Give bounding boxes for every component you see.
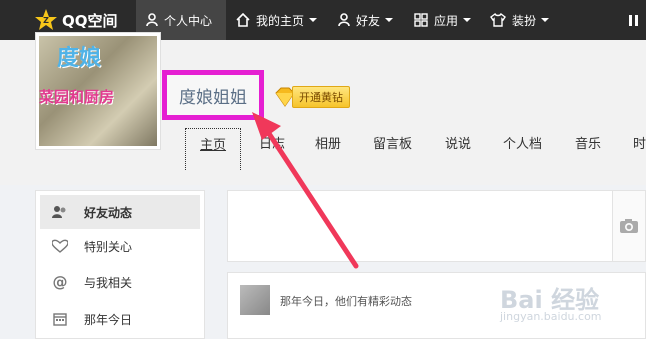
pause-icon-bar <box>634 14 638 26</box>
tab-message-board[interactable]: 留言板 <box>373 128 412 168</box>
left-nav-friend-feed[interactable]: 好友动态 <box>40 195 200 229</box>
on-this-day-text: 那年今日，他们有精彩动态 <box>280 295 412 308</box>
tab-label: 时 <box>633 137 646 152</box>
vip-label: 开通黄钻 <box>292 86 350 108</box>
tab-label: 说说 <box>445 137 472 152</box>
left-nav-label: 那年今日 <box>84 312 133 327</box>
nav-label: 个人中心 <box>164 13 213 28</box>
left-nav-panel: 好友动态 特别关心 @ 与我相关 那年今日 <box>35 190 205 339</box>
post-composer[interactable] <box>227 190 646 262</box>
left-nav-label: 特别关心 <box>84 239 133 254</box>
left-nav-label: 与我相关 <box>84 275 133 290</box>
at-icon: @ <box>52 273 68 291</box>
tab-label: 相册 <box>315 137 342 152</box>
person-icon <box>146 13 158 27</box>
heart-icon <box>50 239 70 253</box>
nav-decorate[interactable]: 装扮 <box>490 0 550 40</box>
tab-label: 个人档 <box>503 137 543 152</box>
avatar-subtitle-text: 菜园和厨房 <box>39 88 115 106</box>
tab-album[interactable]: 相册 <box>315 128 341 168</box>
home-icon <box>236 13 250 27</box>
open-yellow-diamond-button[interactable]: 开通黄钻 <box>272 86 350 108</box>
tab-label: 主页 <box>200 138 227 153</box>
qzone-star-icon: Z <box>35 9 57 30</box>
baidu-watermark-url: jingyan.baidu.com <box>500 310 602 323</box>
nav-my-homepage[interactable]: 我的主页 <box>236 0 318 40</box>
camera-icon <box>620 219 638 233</box>
avatar-image: 度娘 菜园和厨房 <box>39 36 157 146</box>
tab-home[interactable]: 主页 <box>185 128 242 170</box>
tab-moods[interactable]: 说说 <box>445 128 471 168</box>
chevron-down-icon <box>309 18 318 22</box>
shirt-icon <box>490 13 506 27</box>
nav-label: 应用 <box>434 13 459 28</box>
profile-avatar[interactable]: 度娘 菜园和厨房 <box>35 32 161 150</box>
friends-icon <box>338 13 350 27</box>
tab-blog[interactable]: 日志 <box>259 128 285 168</box>
nav-label: 装扮 <box>512 13 537 28</box>
logo-text: QQ空间 <box>62 11 118 30</box>
tab-timeline[interactable]: 时 <box>633 128 646 168</box>
tab-music[interactable]: 音乐 <box>575 128 601 168</box>
left-nav-special-care[interactable]: 特别关心 <box>40 229 200 263</box>
nav-label: 好友 <box>356 13 381 28</box>
blurred-avatar <box>240 285 270 315</box>
tab-label: 留言板 <box>373 137 413 152</box>
nav-label: 我的主页 <box>256 13 305 28</box>
profile-name-highlight[interactable]: 度娘姐姐 <box>162 70 264 120</box>
nav-friends[interactable]: 好友 <box>338 0 394 40</box>
chevron-down-icon <box>385 18 394 22</box>
tab-label: 日志 <box>259 137 286 152</box>
left-nav-label: 好友动态 <box>84 205 133 220</box>
apps-icon <box>414 13 428 27</box>
left-nav-related-to-me[interactable]: @ 与我相关 <box>40 265 200 299</box>
tab-profile[interactable]: 个人档 <box>503 128 542 168</box>
pause-button[interactable] <box>620 5 646 35</box>
svg-text:Z: Z <box>43 16 49 25</box>
nav-apps[interactable]: 应用 <box>414 0 472 40</box>
qzone-logo[interactable]: Z QQ空间 <box>34 8 118 32</box>
avatar-title-text: 度娘 <box>57 45 102 71</box>
pause-icon-bar <box>628 14 632 26</box>
left-nav-on-this-day[interactable]: 那年今日 <box>40 302 200 336</box>
photo-upload-button[interactable] <box>612 191 645 261</box>
feed-icon <box>50 205 70 219</box>
calendar-icon <box>50 312 70 326</box>
profile-name: 度娘姐姐 <box>179 87 247 108</box>
chevron-down-icon <box>463 18 472 22</box>
tab-label: 音乐 <box>575 137 602 152</box>
chevron-down-icon <box>541 18 550 22</box>
